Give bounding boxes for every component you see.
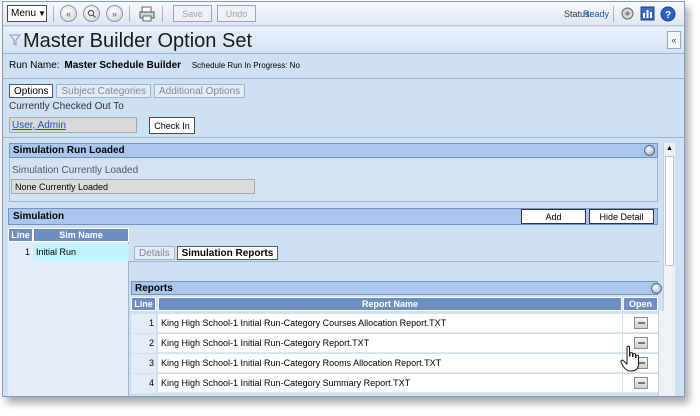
print-icon[interactable] (138, 5, 156, 23)
check-in-button[interactable]: Check In (149, 117, 195, 134)
run-info: Run Name: Master Schedule Builder Schedu… (9, 60, 300, 71)
open-file-icon (633, 377, 648, 389)
table-row[interactable]: 3 King High School-1 Initial Run-Categor… (131, 354, 658, 373)
tab-additional-options[interactable]: Additional Options (153, 84, 246, 98)
report-name: King High School-1 Initial Run-Category … (158, 354, 622, 373)
simulation-loaded-value: None Currently Loaded (11, 179, 255, 194)
menu-button[interactable]: Menu ▼ (7, 5, 47, 22)
section-toggle-icon[interactable] (644, 145, 655, 156)
option-tabs: Options Subject Categories Additional Op… (9, 84, 246, 98)
scroll-up-icon[interactable]: ▲ (664, 143, 675, 154)
open-report-button[interactable] (623, 374, 658, 393)
simulation-list-header: Line Sim Name (8, 228, 129, 242)
section-title: Reports (135, 282, 173, 294)
hide-detail-button[interactable]: Hide Detail (589, 209, 654, 224)
title-bar: Master Builder Option Set « (3, 27, 684, 54)
divider (129, 261, 659, 262)
run-name-value: Master Schedule Builder (64, 60, 182, 71)
table-row[interactable]: 2 King High School-1 Initial Run-Categor… (131, 334, 658, 353)
list-item[interactable]: 1 Initial Run (8, 244, 129, 261)
simulation-run-loaded-header: Simulation Run Loaded (9, 143, 658, 158)
tab-subject-categories[interactable]: Subject Categories (56, 84, 151, 98)
chart-icon[interactable] (639, 5, 656, 22)
column-header-report-name[interactable]: Report Name (158, 297, 622, 311)
run-progress-status: Schedule Run In Progress: No (191, 61, 300, 70)
status-value: Ready (582, 9, 609, 19)
toolbar: Menu ▼ « » Save Undo Status: Ready ? (3, 2, 684, 26)
dropdown-arrow-icon: ▼ (38, 9, 46, 18)
report-line-number: 4 (131, 374, 156, 393)
add-button[interactable]: Add (521, 209, 586, 224)
tab-options[interactable]: Options (9, 84, 54, 98)
table-row[interactable]: 1 King High School-1 Initial Run-Categor… (131, 314, 658, 333)
column-header-line[interactable]: Line (8, 228, 33, 242)
column-header-line[interactable]: Line (131, 297, 156, 311)
search-icon[interactable] (83, 5, 100, 22)
hand-cursor-icon (620, 345, 642, 376)
column-header-open[interactable]: Open (623, 297, 658, 311)
table-row[interactable]: 4 King High School-1 Initial Run-Categor… (131, 374, 658, 393)
report-line-number: 3 (131, 354, 156, 373)
column-header-sim-name[interactable]: Sim Name (33, 228, 129, 242)
report-line-number: 1 (131, 314, 156, 333)
save-button[interactable]: Save (173, 5, 212, 22)
reports-scrollbar[interactable] (658, 311, 670, 396)
first-record-icon[interactable]: « (60, 5, 77, 22)
help-icon[interactable]: ? (659, 5, 676, 22)
checked-out-user-link[interactable]: User, Admin (12, 120, 66, 131)
checked-out-label: Currently Checked Out To (9, 101, 124, 112)
scroll-thumb[interactable] (665, 156, 674, 266)
simulation-list: Line Sim Name 1 Initial Run (8, 228, 129, 396)
sim-name: Initial Run (33, 244, 129, 261)
last-record-icon[interactable]: » (106, 5, 123, 22)
toolbar-divider (613, 6, 614, 22)
section-toggle-icon[interactable] (651, 283, 662, 294)
section-title: Simulation (13, 211, 65, 222)
column-header-label: Report Name (361, 299, 418, 309)
open-file-icon (633, 317, 648, 329)
toolbar-divider (162, 6, 163, 22)
undo-button[interactable]: Undo (217, 5, 256, 22)
reports-header: Reports (131, 281, 658, 295)
tab-details[interactable]: Details (134, 246, 175, 260)
page-title: Master Builder Option Set (23, 30, 252, 52)
app-window: Menu ▼ « » Save Undo Status: Ready ? Mas… (2, 1, 685, 397)
open-report-button[interactable] (623, 314, 658, 333)
menu-label: Menu (11, 8, 37, 19)
svg-text:?: ? (664, 10, 670, 21)
tab-simulation-reports[interactable]: Simulation Reports (176, 246, 279, 260)
toolbar-divider (129, 6, 130, 22)
report-name: King High School-1 Initial Run-Category … (158, 334, 622, 353)
detail-tabs: Details Simulation Reports (134, 246, 279, 260)
divider (3, 78, 684, 79)
run-name-label: Run Name: (9, 60, 60, 71)
report-name: King High School-1 Initial Run-Category … (158, 374, 622, 393)
divider (3, 137, 684, 138)
settings-icon[interactable] (619, 5, 636, 22)
toolbar-divider (53, 6, 54, 22)
sim-line-number: 1 (8, 244, 33, 261)
simulation-loaded-label: Simulation Currently Loaded (12, 165, 139, 176)
report-name: King High School-1 Initial Run-Category … (158, 314, 622, 333)
collapse-panel-button[interactable]: « (667, 31, 681, 49)
section-title: Simulation Run Loaded (13, 145, 125, 156)
report-line-number: 2 (131, 334, 156, 353)
filter-icon (8, 34, 22, 49)
checked-out-user-field: User, Admin (9, 117, 137, 133)
